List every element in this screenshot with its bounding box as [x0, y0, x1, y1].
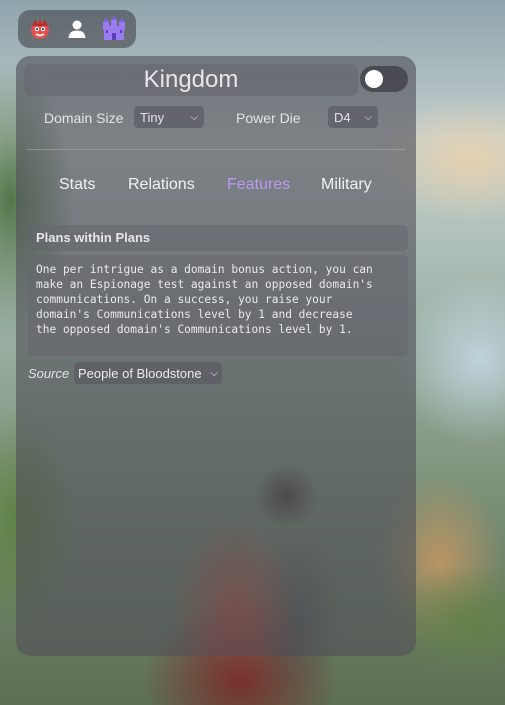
feature-description-line: make an Espionage test against an oppose… — [36, 278, 373, 291]
person-icon[interactable] — [61, 13, 93, 45]
feature-description: One per intrigue as a domain bonus actio… — [28, 255, 408, 356]
chevron-down-icon: ⌵ — [364, 111, 372, 123]
kingdom-toggle[interactable] — [360, 66, 408, 92]
feature-description-line: the opposed domain's Communications leve… — [36, 323, 353, 336]
source-label: Source — [28, 366, 70, 381]
feature-description-line: One per intrigue as a domain bonus actio… — [36, 263, 373, 276]
domain-size-label: Domain Size — [44, 110, 124, 126]
chevron-down-icon: ⌵ — [190, 111, 198, 123]
tab-bar: Stats Relations Features Military — [16, 174, 416, 198]
panel-header: Kingdom — [24, 64, 408, 96]
monster-face-icon[interactable] — [24, 13, 56, 45]
page-title: Kingdom — [24, 64, 358, 96]
power-die-select[interactable]: D4 ⌵ — [328, 106, 378, 128]
source-select[interactable]: People of Bloodstone ⌵ — [74, 362, 222, 384]
source-value: People of Bloodstone — [78, 365, 202, 381]
toggle-knob — [365, 70, 383, 88]
settings-row: Domain Size Tiny ⌵ Power Die D4 ⌵ — [16, 106, 416, 130]
chevron-down-icon: ⌵ — [210, 367, 218, 379]
feature-description-line: domain's Communications level by 1 and d… — [36, 308, 353, 321]
kingdom-panel: Kingdom Domain Size Tiny ⌵ Power Die D4 … — [16, 56, 416, 705]
tab-features[interactable]: Features — [227, 176, 290, 194]
top-icon-bar — [18, 10, 136, 48]
domain-size-select[interactable]: Tiny ⌵ — [134, 106, 204, 128]
feature-title: Plans within Plans — [28, 225, 408, 251]
divider — [26, 149, 406, 150]
tab-military[interactable]: Military — [321, 176, 372, 194]
domain-size-value: Tiny — [140, 109, 165, 125]
tab-stats[interactable]: Stats — [59, 176, 95, 194]
power-die-label: Power Die — [236, 110, 301, 126]
power-die-value: D4 — [334, 109, 351, 125]
tab-relations[interactable]: Relations — [128, 176, 195, 194]
feature-description-line: communications. On a success, you raise … — [36, 293, 333, 306]
castle-icon[interactable] — [98, 13, 130, 45]
